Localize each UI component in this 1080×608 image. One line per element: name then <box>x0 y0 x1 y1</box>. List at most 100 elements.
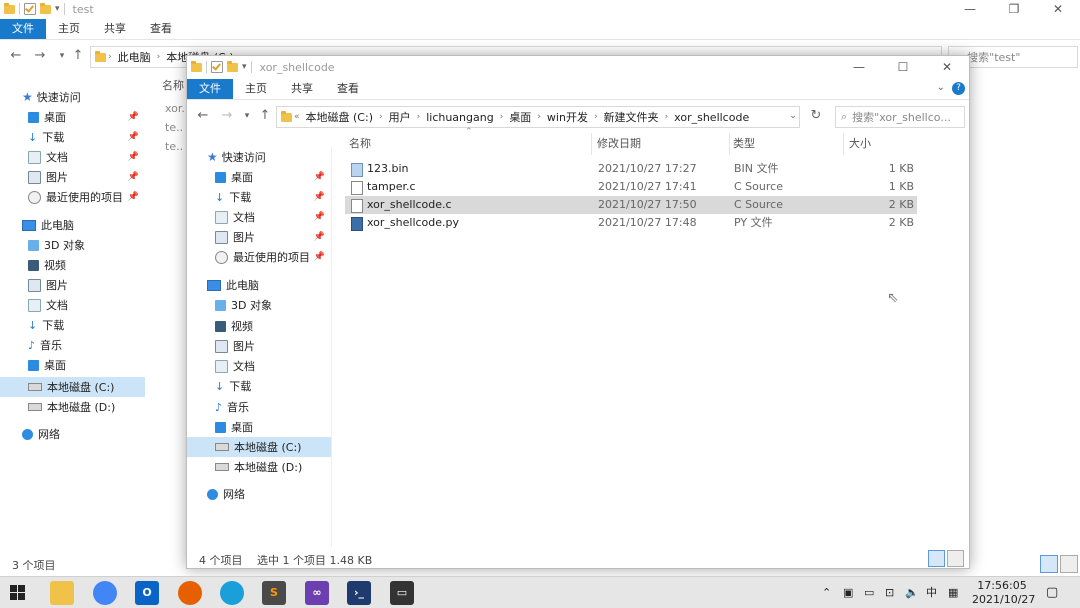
nav-recent[interactable]: 最近使用的项目 📌 <box>215 247 331 267</box>
large-icons-view-icon[interactable] <box>1060 555 1078 573</box>
file-row[interactable]: tamper.c 2021/10/27 17:41 C Source 1 KB <box>345 178 917 196</box>
front-search-box[interactable]: ⌕ 搜索"xor_shellco... <box>835 106 965 128</box>
nav-videos[interactable]: 视频 <box>28 255 66 275</box>
maximize-button[interactable]: ☐ <box>881 56 925 78</box>
expand-ribbon-icon[interactable]: ⌄ <box>937 82 945 93</box>
nav-downloads[interactable]: ↓ 下载 📌 <box>215 187 331 207</box>
terminal-icon[interactable]: ▭ <box>390 581 414 605</box>
help-icon[interactable]: ? <box>952 82 965 95</box>
nav-pictures[interactable]: 图片 📌 <box>28 167 145 187</box>
nav-desktop-pc[interactable]: 桌面 <box>215 417 253 437</box>
nav-downloads[interactable]: ↓ 下载 📌 <box>28 127 145 147</box>
nav-drive-c[interactable]: 本地磁盘 (C:) <box>187 437 331 457</box>
nav-quick-access[interactable]: ★ 快速访问 <box>207 147 266 167</box>
nav-this-pc[interactable]: 此电脑 <box>22 215 74 235</box>
nav-this-pc[interactable]: 此电脑 <box>207 275 259 295</box>
tray-battery-icon[interactable]: ▭ <box>864 577 874 608</box>
tab-file[interactable]: 文件 <box>0 19 46 39</box>
maximize-button[interactable]: ❐ <box>992 0 1036 18</box>
powershell-icon[interactable]: ›_ <box>347 581 371 605</box>
nav-3d-objects[interactable]: 3D 对象 <box>215 295 272 315</box>
breadcrumb-drive-c[interactable]: 本地磁盘 (C:) <box>302 109 377 125</box>
nav-quick-access[interactable]: ★ 快速访问 <box>22 87 81 107</box>
back-arrow-icon[interactable]: ← <box>193 103 213 129</box>
nav-drive-c[interactable]: 本地磁盘 (C:) <box>0 377 145 397</box>
outlook-icon[interactable]: O <box>135 581 159 605</box>
nav-desktop-pc[interactable]: 桌面 <box>28 355 66 375</box>
column-header-name[interactable]: 名称 <box>345 133 592 155</box>
nav-network[interactable]: 网络 <box>22 424 60 444</box>
new-folder-icon[interactable] <box>40 2 51 14</box>
close-button[interactable]: ✕ <box>1036 0 1080 18</box>
nav-music[interactable]: ♪ 音乐 <box>215 397 249 417</box>
front-address-bar[interactable]: « 本地磁盘 (C:) › 用户 › lichuangang › 桌面 › win开发 ›… <box>276 106 800 128</box>
column-header-type[interactable]: 类型 <box>729 133 844 155</box>
tab-home[interactable]: 主页 <box>46 19 92 39</box>
nav-documents[interactable]: 文档 📌 <box>28 147 145 167</box>
up-arrow-icon[interactable]: ↑ <box>255 103 275 129</box>
file-explorer-icon[interactable] <box>50 581 74 605</box>
nav-pictures-pc[interactable]: 图片 <box>215 336 255 356</box>
nav-drive-d[interactable]: 本地磁盘 (D:) <box>28 397 115 417</box>
file-row-selected[interactable]: xor_shellcode.c 2021/10/27 17:50 C Sourc… <box>345 196 917 214</box>
visual-studio-icon[interactable]: ∞ <box>305 581 329 605</box>
breadcrumb-this-pc[interactable]: 此电脑 <box>114 49 155 65</box>
customize-qat-icon[interactable]: ▾ <box>242 62 247 72</box>
nav-desktop[interactable]: 桌面 📌 <box>215 167 331 187</box>
firefox-icon[interactable] <box>178 581 202 605</box>
nav-downloads-pc[interactable]: ↓ 下载 <box>28 315 64 335</box>
large-icons-view-icon[interactable] <box>947 550 964 567</box>
sublime-text-icon[interactable]: S <box>262 581 286 605</box>
column-header-size[interactable]: 大小 <box>845 133 919 155</box>
edge-icon[interactable] <box>220 581 244 605</box>
nav-pictures-pc[interactable]: 图片 <box>28 275 68 295</box>
minimize-button[interactable]: — <box>837 56 881 78</box>
tab-home[interactable]: 主页 <box>233 79 279 99</box>
tray-network-icon[interactable]: ⊡ <box>885 577 894 608</box>
column-header-date[interactable]: 修改日期 <box>593 133 730 155</box>
tray-ime-indicator[interactable]: 中 <box>926 577 937 608</box>
nav-videos[interactable]: 视频 <box>215 316 253 336</box>
tab-file[interactable]: 文件 <box>187 79 233 99</box>
nav-documents-pc[interactable]: 文档 <box>28 295 68 315</box>
chrome-icon[interactable] <box>93 581 117 605</box>
customize-qat-icon[interactable]: ▾ <box>55 4 60 14</box>
properties-icon[interactable] <box>211 61 223 73</box>
back-arrow-icon[interactable]: ← <box>6 43 26 69</box>
file-row[interactable]: xor_shellcode.py 2021/10/27 17:48 PY 文件 … <box>345 214 917 232</box>
nav-pictures[interactable]: 图片 📌 <box>215 227 331 247</box>
tab-share[interactable]: 共享 <box>92 19 138 39</box>
tab-share[interactable]: 共享 <box>279 79 325 99</box>
breadcrumb-user[interactable]: lichuangang <box>422 111 498 124</box>
breadcrumb-new-folder[interactable]: 新建文件夹 <box>600 109 663 125</box>
nav-downloads-pc[interactable]: ↓ 下载 <box>215 376 251 396</box>
nav-documents-pc[interactable]: 文档 <box>215 356 255 376</box>
breadcrumb-xor-shellcode[interactable]: xor_shellcode <box>670 111 753 124</box>
close-button[interactable]: ✕ <box>925 56 969 78</box>
tray-keyboard-icon[interactable]: ▦ <box>948 577 958 608</box>
forward-arrow-icon[interactable]: → <box>217 103 237 129</box>
nav-drive-d[interactable]: 本地磁盘 (D:) <box>215 457 302 477</box>
properties-icon[interactable] <box>24 3 36 15</box>
tray-volume-icon[interactable]: 🔈 <box>905 577 919 608</box>
nav-network[interactable]: 网络 <box>207 484 245 504</box>
back-file-row[interactable]: te.. <box>165 121 183 134</box>
refresh-icon[interactable]: ↻ <box>806 103 826 129</box>
recent-locations-icon[interactable]: ▾ <box>237 103 257 129</box>
details-view-icon[interactable] <box>928 550 945 567</box>
back-file-row[interactable]: te.. <box>165 140 183 153</box>
details-view-icon[interactable] <box>1040 555 1058 573</box>
breadcrumb-desktop[interactable]: 桌面 <box>505 109 535 125</box>
nav-music[interactable]: ♪ 音乐 <box>28 335 62 355</box>
tray-security-icon[interactable]: ▣ <box>843 577 853 608</box>
up-arrow-icon[interactable]: ↑ <box>68 43 88 69</box>
back-column-name[interactable]: 名称 <box>162 77 184 93</box>
minimize-button[interactable]: — <box>948 0 992 18</box>
back-file-row[interactable]: xor.. <box>165 102 188 115</box>
nav-desktop[interactable]: 桌面 📌 <box>28 107 145 127</box>
nav-recent[interactable]: 最近使用的项目 📌 <box>28 187 145 207</box>
forward-arrow-icon[interactable]: → <box>30 43 50 69</box>
notification-center-icon[interactable]: ▢ <box>1046 577 1058 608</box>
file-row[interactable]: 123.bin 2021/10/27 17:27 BIN 文件 1 KB <box>345 160 917 178</box>
tray-clock[interactable]: 17:56:05 2021/10/27 <box>972 579 1035 607</box>
